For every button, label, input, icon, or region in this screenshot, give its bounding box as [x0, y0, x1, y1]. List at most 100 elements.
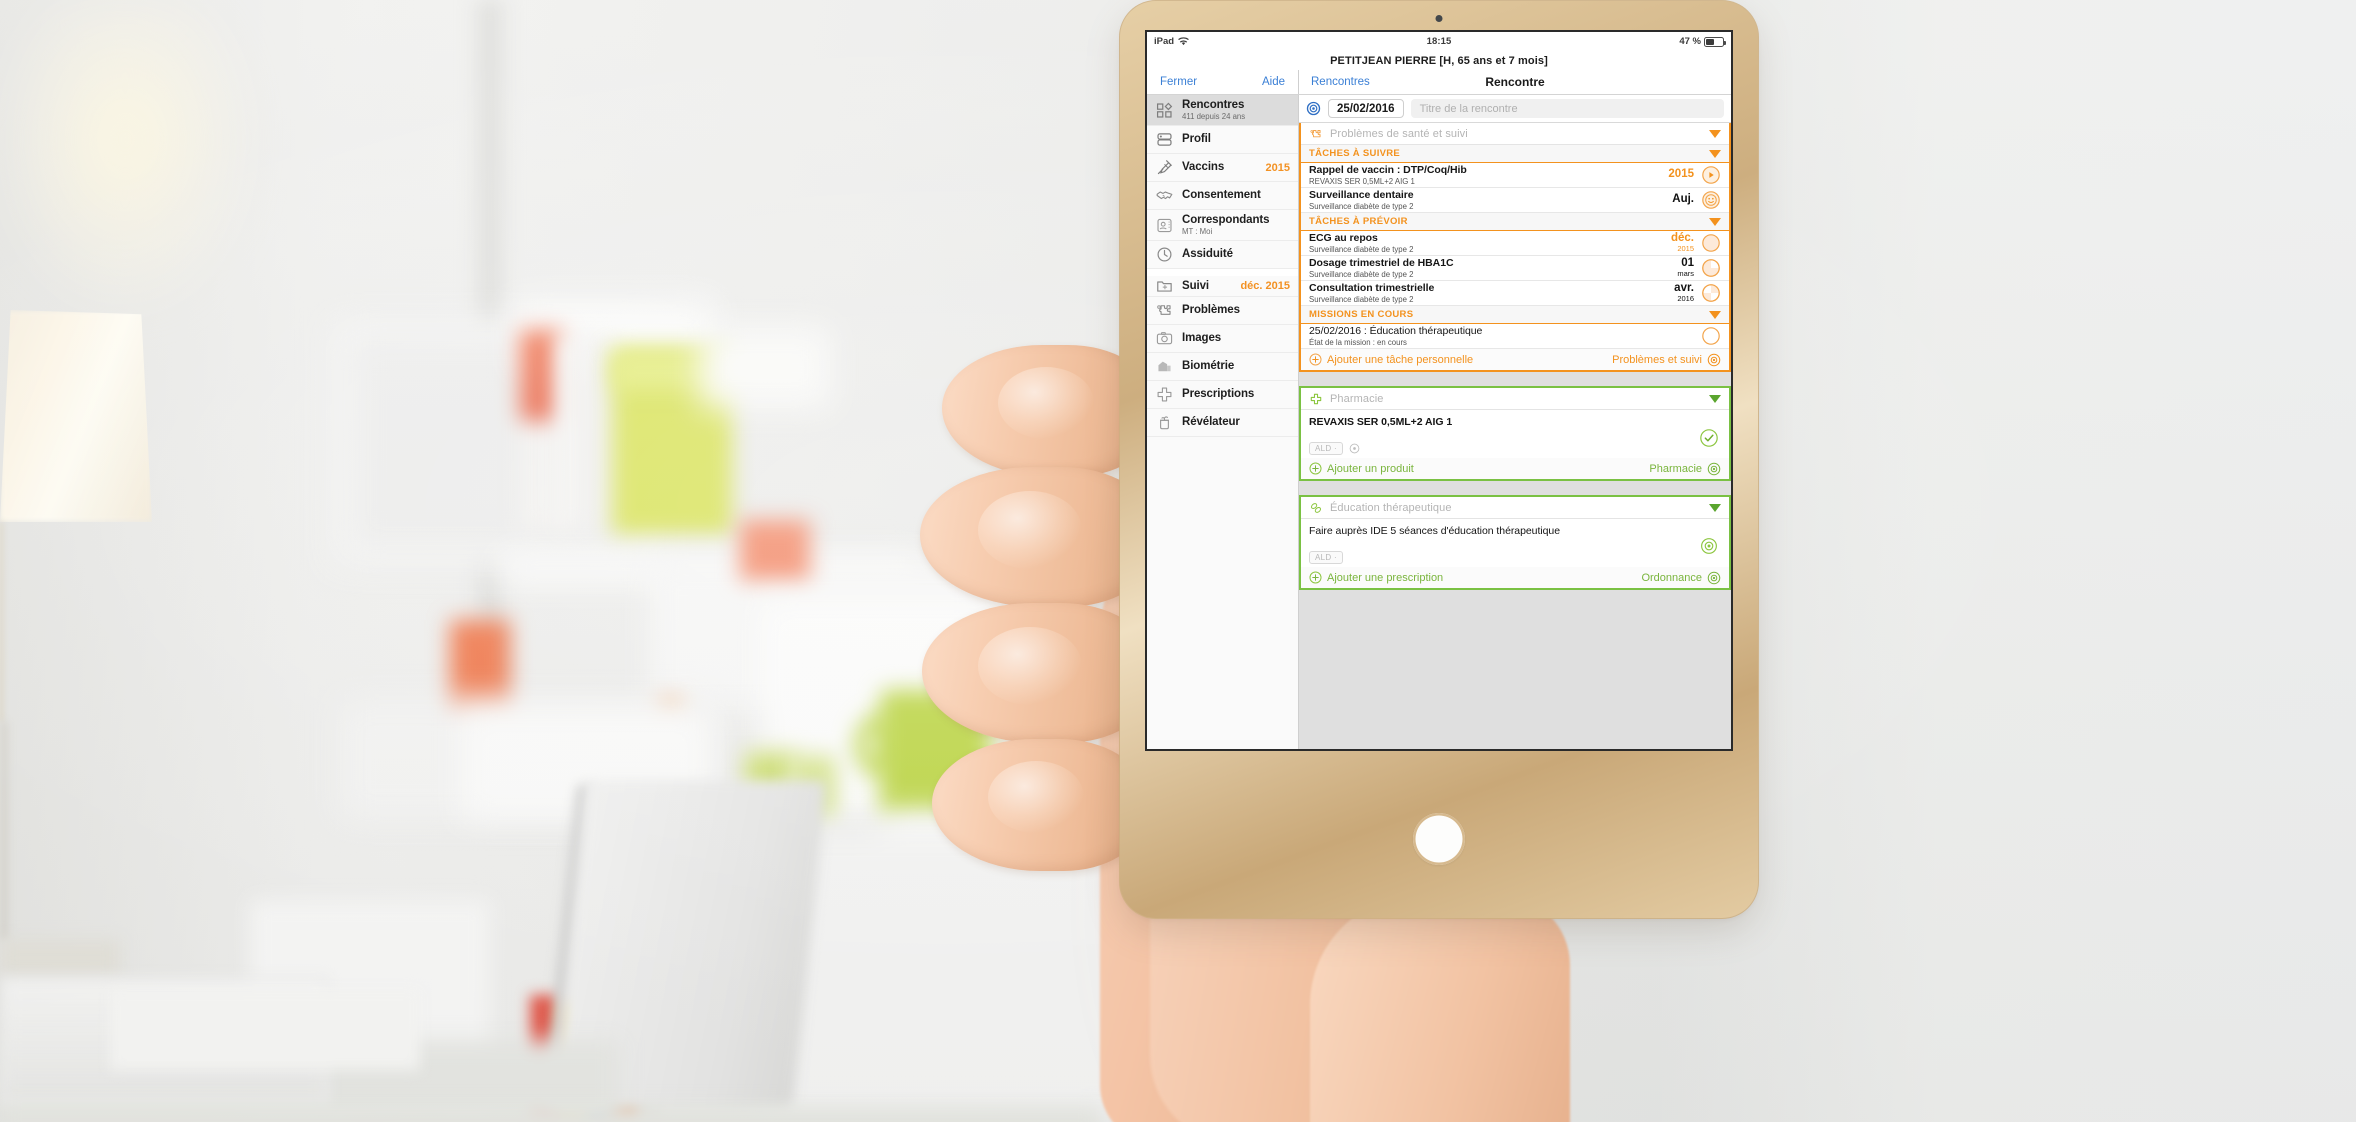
sidebar-item-label: Consentement	[1182, 189, 1261, 202]
problemes-et-suivi-link[interactable]: Problèmes et suivi	[1612, 353, 1721, 367]
gear-icon	[1707, 571, 1721, 584]
table-row[interactable]: ECG au repos Surveillance diabète de typ…	[1301, 231, 1729, 256]
panel-header-pharmacie[interactable]: Pharmacie	[1301, 388, 1729, 410]
pie-full-icon[interactable]	[1701, 233, 1721, 253]
panel-pharmacie: Pharmacie REVAXIS SER 0,5ML+2 AIG 1 ALD …	[1299, 386, 1731, 481]
add-product-button[interactable]: Ajouter un produit	[1309, 462, 1649, 475]
sidebar-item-text: Suivi	[1182, 280, 1228, 293]
chevron-down-icon[interactable]	[1709, 310, 1721, 319]
ald-badge[interactable]: ALD ·	[1309, 442, 1343, 455]
section-header-taches-a-suivre[interactable]: TÂCHES À SUIVRE	[1301, 145, 1729, 163]
prescription-tags: ALD ·	[1309, 551, 1697, 564]
plus-circle-icon	[1309, 571, 1322, 584]
target-icon[interactable]	[1306, 101, 1321, 116]
sidebar-item-problemes[interactable]: Problèmes	[1147, 297, 1298, 325]
ipad-device: iPad 18:15 47 % PETITJEAN PIERRE [H, 65 …	[1120, 1, 1758, 918]
panel-header-problemes[interactable]: Problèmes de santé et suivi	[1301, 123, 1729, 145]
section-header-taches-a-prevoir[interactable]: TÂCHES À PRÉVOIR	[1301, 213, 1729, 231]
sidebar-item-text: Correspondants MT : Moi	[1182, 214, 1290, 237]
sidebar-item-profil[interactable]: Profil	[1147, 126, 1298, 154]
encounter-title-input[interactable]: Titre de la rencontre	[1410, 99, 1724, 118]
target-circle-icon	[1701, 538, 1717, 554]
page-title: Rencontre	[1485, 75, 1545, 89]
navigation-bar: Fermer Aide Rencontres Rencontre	[1147, 70, 1731, 95]
sidebar-item-text: Images	[1182, 332, 1290, 345]
panel-footer-problemes: Ajouter une tâche personnelle Problèmes …	[1301, 349, 1729, 370]
task-date: déc. 2015	[1671, 233, 1694, 253]
chevron-down-icon[interactable]	[1709, 394, 1721, 403]
puzzle-icon	[1155, 301, 1174, 320]
home-button[interactable]	[1413, 813, 1465, 865]
sidebar-item-biometrie[interactable]: Biométrie	[1147, 353, 1298, 381]
list-item[interactable]: REVAXIS SER 0,5ML+2 AIG 1 ALD ·	[1301, 410, 1729, 458]
panel-footer-pharmacie: Ajouter un produit Pharmacie	[1301, 458, 1729, 479]
status-bar-clock: 18:15	[1426, 36, 1452, 47]
flask-icon	[1155, 413, 1174, 432]
empty-circle-icon[interactable]	[1701, 326, 1721, 346]
sidebar: Rencontres 411 depuis 24 ans Profil Vacc…	[1147, 95, 1299, 749]
table-row[interactable]: Surveillance dentaire Surveillance diabè…	[1301, 188, 1729, 213]
add-personal-task-button[interactable]: Ajouter une tâche personnelle	[1309, 353, 1612, 366]
task-subtitle: État de la mission : en cours	[1309, 337, 1407, 347]
encounter-toolbar: 25/02/2016 Titre de la rencontre	[1299, 95, 1731, 123]
handshake-icon	[1155, 186, 1174, 205]
sidebar-item-label: Problèmes	[1182, 304, 1240, 317]
table-row[interactable]: Rappel de vaccin : DTP/Coq/Hib REVAXIS S…	[1301, 163, 1729, 188]
chevron-down-icon[interactable]	[1709, 129, 1721, 138]
sidebar-item-revelateur[interactable]: Révélateur	[1147, 409, 1298, 437]
problemes-et-suivi-label: Problèmes et suivi	[1612, 353, 1702, 366]
sidebar-item-images[interactable]: Images	[1147, 325, 1298, 353]
table-row[interactable]: Dosage trimestriel de HBA1C Surveillance…	[1301, 256, 1729, 281]
sidebar-item-suivi[interactable]: Suivi déc. 2015	[1147, 269, 1298, 297]
sidebar-item-label: Révélateur	[1182, 416, 1240, 429]
table-row[interactable]: 25/02/2016 : Éducation thérapeutique Éta…	[1301, 324, 1729, 349]
grid-icon	[1155, 101, 1174, 120]
help-button[interactable]: Aide	[1262, 76, 1285, 88]
smiley-circle-icon[interactable]	[1701, 190, 1721, 210]
sidebar-item-consentement[interactable]: Consentement	[1147, 182, 1298, 210]
task-date-main: Auj.	[1672, 193, 1694, 206]
task-date-sub: 2016	[1677, 294, 1694, 304]
patient-header: PETITJEAN PIERRE [H, 65 ans et 7 mois]	[1147, 51, 1731, 70]
table-row[interactable]: Consultation trimestrielle Surveillance …	[1301, 281, 1729, 306]
plus-circle-icon	[1309, 462, 1322, 475]
chevron-down-icon[interactable]	[1709, 503, 1721, 512]
sidebar-item-vaccins[interactable]: Vaccins 2015	[1147, 154, 1298, 182]
chevron-down-icon[interactable]	[1709, 149, 1721, 158]
section-header-missions-en-cours[interactable]: MISSIONS EN COURS	[1301, 306, 1729, 324]
ordonnance-link[interactable]: Ordonnance	[1641, 571, 1721, 585]
product-body: Faire auprès IDE 5 séances d'éducation t…	[1309, 525, 1697, 564]
product-status[interactable]	[1697, 416, 1721, 448]
task-date-sub: mars	[1677, 269, 1694, 279]
small-target-icon[interactable]	[1349, 443, 1360, 454]
pie-three-quarter-icon[interactable]	[1701, 258, 1721, 278]
encounter-date-field[interactable]: 25/02/2016	[1328, 99, 1404, 118]
ios-status-bar: iPad 18:15 47 %	[1147, 32, 1731, 51]
sidebar-item-assiduite[interactable]: Assiduité	[1147, 241, 1298, 269]
chevron-down-icon[interactable]	[1709, 217, 1721, 226]
education-icon	[1311, 502, 1321, 513]
list-item[interactable]: Faire auprès IDE 5 séances d'éducation t…	[1301, 519, 1729, 567]
sidebar-item-text: Prescriptions	[1182, 388, 1290, 401]
sidebar-item-text: Vaccins	[1182, 161, 1254, 174]
task-date: 2015	[1668, 168, 1694, 181]
finger-highlight	[978, 491, 1082, 569]
sidebar-item-prescriptions[interactable]: Prescriptions	[1147, 381, 1298, 409]
add-prescription-button[interactable]: Ajouter une prescription	[1309, 571, 1641, 584]
pie-quarter-icon[interactable]	[1701, 283, 1721, 303]
panel-header-education[interactable]: Éducation thérapeutique	[1301, 497, 1729, 519]
sidebar-item-label: Vaccins	[1182, 161, 1225, 174]
ordonnance-link-label: Ordonnance	[1641, 571, 1702, 584]
content-area: 25/02/2016 Titre de la rencontre Problèm…	[1299, 95, 1731, 749]
task-date: avr. 2016	[1674, 283, 1694, 304]
ald-badge[interactable]: ALD ·	[1309, 551, 1343, 564]
panels-scroll-area[interactable]: Problèmes de santé et suivi TÂCHES À SUI…	[1299, 123, 1731, 749]
sidebar-item-rencontres[interactable]: Rencontres 411 depuis 24 ans	[1147, 95, 1298, 126]
sidebar-item-correspondants[interactable]: Correspondants MT : Moi	[1147, 210, 1298, 241]
close-button[interactable]: Fermer	[1160, 76, 1197, 88]
patient-name-label: PETITJEAN PIERRE [H, 65 ans et 7 mois]	[1330, 54, 1548, 67]
play-circle-icon[interactable]	[1701, 165, 1721, 185]
task-title: Rappel de vaccin : DTP/Coq/Hib	[1309, 164, 1467, 176]
prescription-status[interactable]	[1697, 525, 1721, 555]
pharmacie-link[interactable]: Pharmacie	[1649, 462, 1721, 476]
